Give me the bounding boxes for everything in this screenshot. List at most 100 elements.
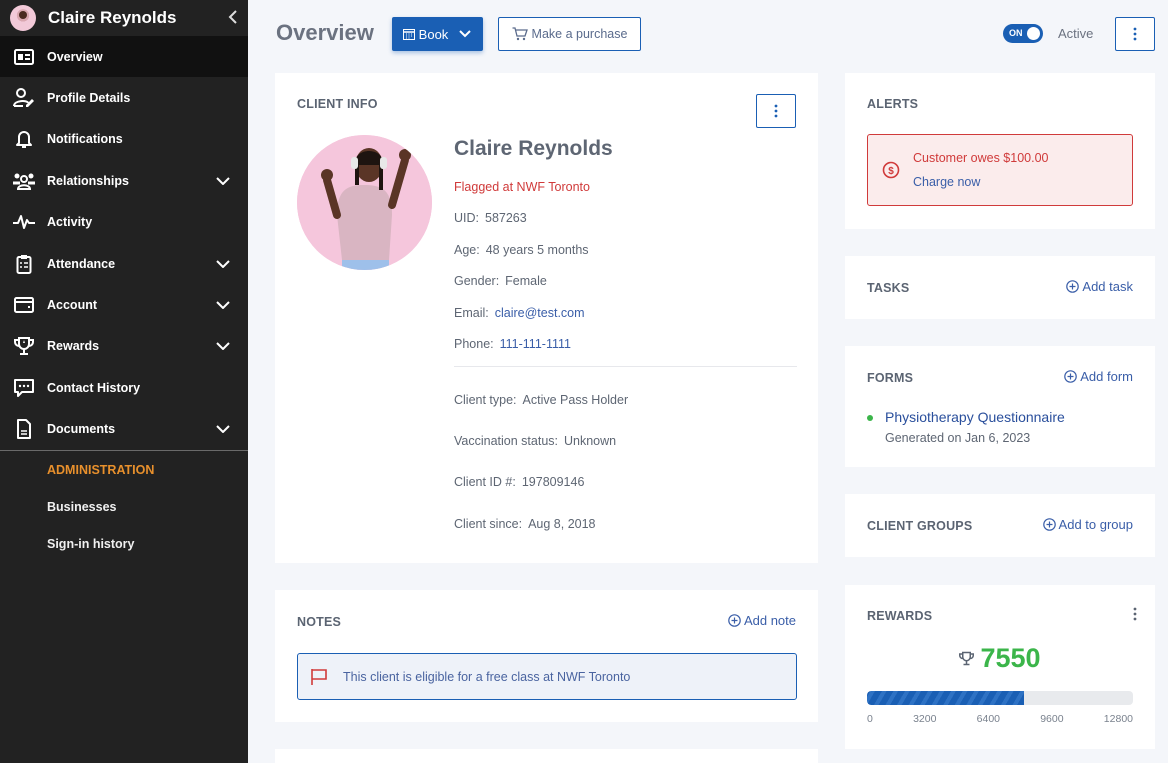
sidebar-user-name: Claire Reynolds xyxy=(48,8,177,27)
client-id-value: 197809146 xyxy=(521,475,585,489)
sidebar-header: Claire Reynolds xyxy=(0,0,248,36)
alerts-title: ALERTS xyxy=(867,97,919,111)
cart-icon xyxy=(512,27,528,41)
phone-label: Phone: xyxy=(454,337,494,351)
flagged-status: Flagged at NWF Toronto xyxy=(454,180,590,194)
kebab-menu-icon xyxy=(774,104,778,118)
toggle-knob xyxy=(1027,27,1040,40)
client-since-value: Aug 8, 2018 xyxy=(528,517,596,531)
add-task-label: Add task xyxy=(1082,279,1133,294)
client-groups-title: CLIENT GROUPS xyxy=(867,519,973,533)
charge-now-link[interactable]: Charge now xyxy=(913,175,980,189)
sidebar-item-label: Profile Details xyxy=(47,91,131,106)
client-info-divider xyxy=(454,366,797,367)
forms-card: FORMS Add form Physiotherapy Questionnai… xyxy=(845,346,1155,467)
vaccination-value: Unknown xyxy=(564,434,617,448)
tick-label: 9600 xyxy=(1040,713,1064,725)
email-label: Email: xyxy=(454,306,489,320)
make-purchase-button[interactable]: Make a purchase xyxy=(498,17,641,51)
sidebar-item-label: Contact History xyxy=(47,380,141,395)
book-button[interactable]: Book xyxy=(392,17,483,51)
email-row: Email: claire@test.com xyxy=(454,306,585,320)
uid-value: 587263 xyxy=(485,211,527,225)
id-card-icon xyxy=(13,46,35,68)
client-photo xyxy=(297,135,432,270)
age-row: Age: 48 years 5 months xyxy=(454,243,589,257)
clipboard-icon xyxy=(13,253,35,275)
chevron-down-icon[interactable] xyxy=(208,422,238,436)
trophy-icon xyxy=(13,335,35,357)
sidebar-item-contact-history[interactable]: Contact History xyxy=(0,367,248,408)
sidebar-item-overview[interactable]: Overview xyxy=(0,36,248,78)
chevron-left-icon xyxy=(228,9,237,24)
add-note-label: Add note xyxy=(743,613,796,628)
add-to-group-button[interactable]: Add to group xyxy=(1042,517,1133,532)
next-card xyxy=(275,749,818,763)
note-item[interactable]: This client is eligible for a free class… xyxy=(297,653,797,700)
sidebar-item-businesses[interactable]: Businesses xyxy=(0,489,248,526)
chevron-down-icon[interactable] xyxy=(208,339,238,353)
tick-label: 12800 xyxy=(1103,713,1133,725)
avatar[interactable] xyxy=(10,5,36,31)
alert-item: $ Customer owes $100.00 Charge now xyxy=(867,134,1133,206)
forms-title: FORMS xyxy=(867,371,914,385)
sidebar-item-rewards[interactable]: Rewards xyxy=(0,326,248,367)
add-note-button[interactable]: Add note xyxy=(728,613,796,628)
toggle-state-label: ON xyxy=(1009,28,1023,38)
sidebar-item-label: Notifications xyxy=(47,132,123,147)
notes-card: NOTES Add note This client is eligible f… xyxy=(275,590,818,722)
rewards-card: REWARDS 7550 0 3200 6400 9600 12800 xyxy=(845,585,1155,749)
alert-message: Customer owes $100.00 xyxy=(913,151,1049,165)
add-form-label: Add form xyxy=(1080,369,1133,384)
sidebar-item-label: Rewards xyxy=(47,339,100,354)
status-label: Active xyxy=(1058,26,1094,41)
form-generated-date: Generated on Jan 6, 2023 xyxy=(885,431,1031,445)
rewards-menu-button[interactable] xyxy=(1133,607,1137,626)
chevron-down-icon[interactable] xyxy=(208,257,238,271)
phone-link[interactable]: 111-111-1111 xyxy=(500,337,571,351)
sidebar-item-account[interactable]: Account xyxy=(0,284,248,325)
age-value: 48 years 5 months xyxy=(485,243,589,257)
client-type-label: Client type: xyxy=(454,393,517,407)
sidebar-item-profile-details[interactable]: Profile Details xyxy=(0,77,248,118)
client-info-menu-button[interactable] xyxy=(756,94,796,128)
add-form-button[interactable]: Add form xyxy=(1064,369,1133,384)
sidebar-item-activity[interactable]: Activity xyxy=(0,202,248,243)
chevron-down-icon[interactable] xyxy=(208,298,238,312)
tick-label: 0 xyxy=(867,713,873,725)
tick-label: 3200 xyxy=(913,713,937,725)
flag-icon xyxy=(311,668,327,685)
client-since-label: Client since: xyxy=(454,517,523,531)
client-id-label: Client ID #: xyxy=(454,475,516,489)
note-text: This client is eligible for a free class… xyxy=(343,669,631,684)
dollar-circle-icon: $ xyxy=(882,161,900,179)
active-toggle[interactable]: ON xyxy=(1003,24,1043,43)
make-purchase-label: Make a purchase xyxy=(531,27,628,41)
add-task-button[interactable]: Add task xyxy=(1066,279,1133,294)
more-options-button[interactable] xyxy=(1115,17,1155,51)
collapse-sidebar-button[interactable] xyxy=(218,8,248,29)
client-info-card: CLIENT INFO Claire Reynolds Flagged at N… xyxy=(275,73,818,563)
alerts-card: ALERTS $ Customer owes $100.00 Charge no… xyxy=(845,73,1155,229)
sidebar-item-attendance[interactable]: Attendance xyxy=(0,243,248,284)
sidebar-item-sign-in-history[interactable]: Sign-in history xyxy=(0,526,248,563)
vaccination-label: Vaccination status: xyxy=(454,434,558,448)
client-id-row: Client ID #: 197809146 xyxy=(454,475,584,489)
chevron-down-icon[interactable] xyxy=(208,174,238,188)
users-icon xyxy=(13,170,35,192)
pulse-icon xyxy=(13,211,35,233)
tasks-title: TASKS xyxy=(867,281,910,295)
email-link[interactable]: claire@test.com xyxy=(495,306,585,320)
client-name: Claire Reynolds xyxy=(454,137,613,160)
sidebar-item-relationships[interactable]: Relationships xyxy=(0,160,248,201)
form-link[interactable]: Physiotherapy Questionnaire xyxy=(885,409,1065,425)
wallet-icon xyxy=(13,294,35,316)
sidebar-item-notifications[interactable]: Notifications xyxy=(0,119,248,160)
chat-icon xyxy=(13,377,35,399)
plus-circle-icon xyxy=(728,614,741,627)
rewards-points-value: 7550 xyxy=(980,643,1041,673)
sidebar-section-administration: ADMINISTRATION xyxy=(47,462,155,477)
client-info-title: CLIENT INFO xyxy=(297,97,378,111)
sidebar-item-documents[interactable]: Documents xyxy=(0,409,248,450)
uid-label: UID: xyxy=(454,211,479,225)
